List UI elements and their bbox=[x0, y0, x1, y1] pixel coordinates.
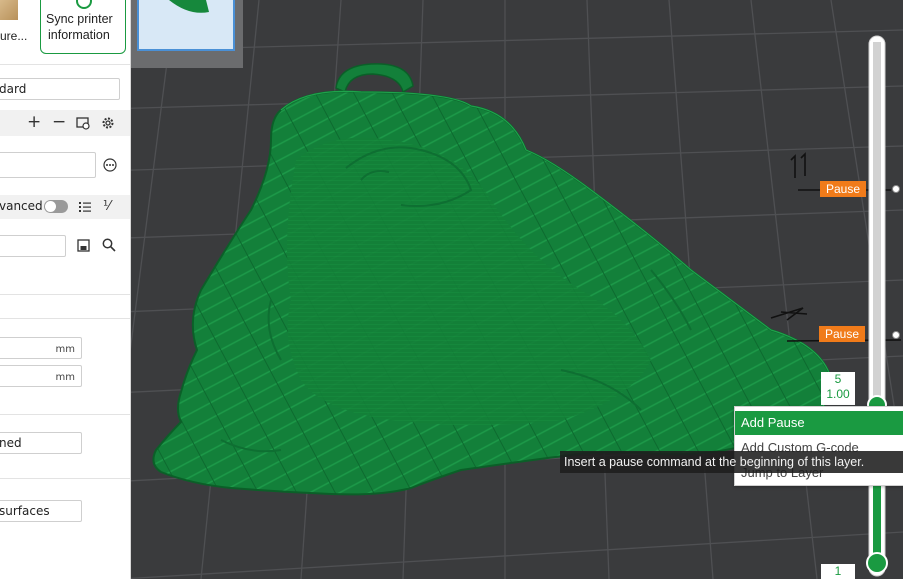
sync-icon bbox=[76, 0, 92, 9]
divider bbox=[0, 478, 130, 479]
unit-mm: mm bbox=[55, 372, 75, 383]
plus-icon[interactable]: + bbox=[27, 114, 41, 131]
surface-select[interactable]: surfaces bbox=[0, 500, 82, 522]
search-icon[interactable] bbox=[102, 238, 116, 255]
sync-label-line2: information bbox=[48, 28, 110, 42]
filament-field[interactable] bbox=[0, 152, 96, 178]
printer-profile-field[interactable]: dard bbox=[0, 78, 120, 100]
layer-context-menu: Add Pause Add Custom G-code Jump to Laye… bbox=[734, 406, 903, 486]
save-icon[interactable] bbox=[77, 239, 90, 255]
gear-icon[interactable] bbox=[101, 116, 115, 133]
compare-icon[interactable]: ⅟ bbox=[103, 200, 110, 214]
texture-image bbox=[0, 0, 18, 20]
layer-height-field[interactable]: mm bbox=[0, 337, 82, 359]
process-header-row: vanced ⅟ bbox=[0, 195, 130, 219]
viewport-canvas bbox=[131, 0, 903, 579]
left-panel: ure... Sync printer information dard + −… bbox=[0, 0, 131, 579]
pause-marker-dot[interactable] bbox=[892, 185, 900, 193]
current-layer-number: 5 bbox=[834, 372, 842, 386]
divider bbox=[0, 318, 130, 319]
current-layer-height: 1.00 bbox=[826, 387, 850, 401]
handwritten-upper-number: 11 bbox=[787, 150, 815, 175]
divider bbox=[0, 64, 130, 65]
minus-icon[interactable]: − bbox=[52, 114, 66, 131]
divider bbox=[0, 294, 130, 295]
layer-slider-lower-thumb[interactable] bbox=[866, 552, 888, 574]
bottom-layer-number: 1 bbox=[834, 564, 842, 578]
texture-label: ure... bbox=[0, 29, 28, 43]
pause-tag-upper[interactable]: Pause bbox=[820, 181, 867, 197]
more-options-icon[interactable] bbox=[103, 158, 117, 175]
menu-item-add-pause[interactable]: Add Pause bbox=[735, 411, 903, 435]
advanced-toggle[interactable] bbox=[44, 200, 68, 213]
divider bbox=[0, 414, 130, 415]
initial-layer-height-field[interactable]: mm bbox=[0, 365, 82, 387]
sync-printer-button[interactable]: Sync printer information bbox=[40, 0, 126, 54]
pattern-select[interactable]: ned bbox=[0, 432, 82, 454]
unit-mm: mm bbox=[55, 344, 75, 355]
handwritten-lower-number: 7 bbox=[779, 302, 793, 327]
texture-thumbnail[interactable]: ure... bbox=[0, 0, 38, 54]
list-icon[interactable] bbox=[78, 200, 92, 217]
printer-profile-value: dard bbox=[0, 82, 27, 96]
advanced-label: vanced bbox=[0, 199, 43, 213]
preview-viewport[interactable]: 11 7 Pause Pause 5 1.00 1 bbox=[131, 0, 903, 579]
toggle-knob bbox=[45, 201, 56, 212]
plate-toolbar: + − bbox=[0, 110, 130, 136]
surface-value: surfaces bbox=[0, 504, 50, 518]
add-pause-tooltip: Insert a pause command at the beginning … bbox=[560, 451, 903, 473]
sync-label-line1: Sync printer bbox=[46, 12, 113, 26]
current-layer-box: 5 1.00 bbox=[821, 372, 855, 405]
pause-tag-lower[interactable]: Pause bbox=[819, 326, 866, 342]
pause-marker-dot[interactable] bbox=[892, 331, 900, 339]
bottom-layer-box: 1 bbox=[821, 564, 855, 579]
pattern-value: ned bbox=[0, 436, 22, 450]
plate-settings-icon[interactable] bbox=[76, 116, 90, 133]
settings-search-field[interactable] bbox=[0, 235, 66, 257]
layer-slider-upper bbox=[873, 42, 881, 404]
